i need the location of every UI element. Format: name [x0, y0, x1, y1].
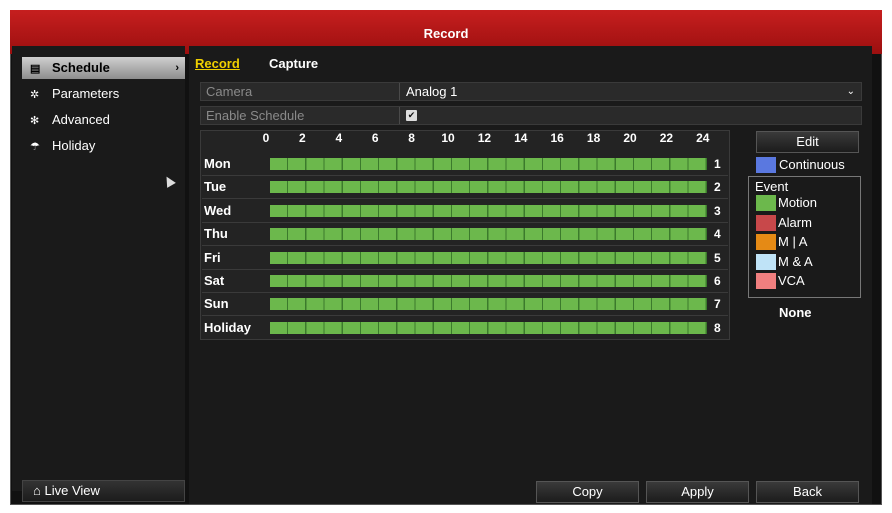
camera-select[interactable]: Analog 1 [406, 83, 457, 101]
enable-schedule-label: Enable Schedule [206, 108, 305, 123]
sidebar-item-schedule[interactable]: ▤ Schedule › [22, 57, 185, 79]
day-label: Sun [204, 296, 229, 312]
chevron-right-icon: › [175, 62, 179, 74]
legend-label[interactable]: M | A [778, 234, 807, 250]
continuous-label[interactable]: Continuous [779, 157, 845, 173]
gears-icon: ✻ [30, 115, 40, 127]
hour-label: 14 [514, 131, 528, 145]
none-label[interactable]: None [779, 305, 812, 321]
row-number: 7 [714, 297, 721, 312]
sidebar-item-holiday[interactable]: ☂ Holiday [22, 135, 185, 157]
schedule-bar[interactable] [270, 181, 707, 194]
legend-swatch[interactable] [756, 214, 776, 231]
row-number: 3 [714, 203, 721, 218]
sidebar-item-label: Parameters [52, 86, 120, 101]
row-divider [202, 292, 728, 293]
edit-button[interactable]: Edit [756, 131, 859, 153]
hour-label: 12 [477, 131, 492, 145]
row-divider [202, 221, 728, 223]
hour-label: 16 [550, 131, 564, 145]
tab-capture[interactable]: Capture [269, 56, 318, 71]
schedule-bar[interactable] [270, 204, 707, 217]
hour-label: 4 [335, 131, 343, 145]
hour-label: 10 [441, 131, 455, 145]
enable-schedule-checkbox[interactable]: ✔ [406, 110, 417, 121]
schedule-bar[interactable] [270, 321, 707, 334]
legend-swatch[interactable] [756, 195, 776, 211]
home-icon: ⌂ [33, 483, 41, 498]
row-divider [202, 198, 728, 200]
hour-label: 6 [371, 131, 379, 145]
row-divider [202, 175, 728, 176]
row-number: 6 [714, 274, 721, 288]
tab-record[interactable]: Record [195, 56, 240, 71]
row-number: 2 [714, 180, 721, 195]
legend-swatch[interactable] [756, 234, 776, 250]
gear-icon: ✲ [30, 89, 40, 101]
legend-label[interactable]: VCA [778, 273, 805, 289]
copy-button[interactable]: Copy [536, 481, 639, 503]
schedule-bar[interactable] [270, 298, 707, 311]
schedule-icon: ▤ [30, 63, 41, 75]
row-number: 8 [714, 320, 721, 335]
row-number: 1 [714, 157, 721, 171]
legend-label[interactable]: Alarm [778, 215, 812, 231]
hour-label: 18 [586, 131, 601, 145]
back-button[interactable]: Back [756, 481, 859, 503]
hour-label: 2 [299, 131, 306, 145]
day-label: Thu [204, 226, 228, 242]
chevron-down-icon[interactable]: ⌄ [847, 83, 855, 101]
camera-row: Camera Analog 1 ⌄ [200, 82, 862, 101]
legend-swatch[interactable] [756, 253, 776, 270]
sidebar-item-label: Advanced [52, 112, 110, 127]
sidebar-item-label: Holiday [52, 138, 96, 153]
hour-label: 20 [623, 131, 637, 145]
row-divider [202, 268, 728, 270]
sidebar-item-parameters[interactable]: ✲ Parameters [22, 83, 185, 105]
hour-label: 24 [696, 131, 710, 145]
day-label: Mon [204, 156, 231, 171]
umbrella-icon: ☂ [30, 141, 40, 153]
legend-label[interactable]: Motion [778, 195, 817, 211]
continuous-swatch[interactable] [756, 157, 776, 173]
hour-label: 0 [262, 131, 270, 145]
none-swatch[interactable] [756, 304, 776, 320]
enable-schedule-row: Enable Schedule ✔ [200, 106, 862, 125]
hour-label: 22 [659, 131, 674, 145]
row-divider [202, 338, 728, 340]
day-label: Wed [204, 202, 232, 218]
live-view-button[interactable]: ⌂ Live View [22, 480, 185, 502]
row-divider [202, 245, 728, 247]
day-label: Holiday [204, 319, 251, 335]
day-label: Tue [204, 179, 227, 195]
apply-button[interactable]: Apply [646, 481, 749, 503]
schedule-bar[interactable] [270, 251, 707, 264]
row-number: 5 [714, 250, 721, 265]
legend-swatch[interactable] [756, 273, 776, 289]
live-view-label: Live View [44, 483, 100, 498]
camera-label: Camera [206, 84, 253, 99]
sidebar-item-advanced[interactable]: ✻ Advanced [22, 109, 185, 131]
schedule-bar[interactable] [270, 228, 707, 241]
row-number: 4 [714, 227, 721, 242]
legend-label[interactable]: M & A [778, 254, 813, 270]
event-title: Event [755, 179, 789, 194]
day-label: Fri [204, 249, 221, 265]
schedule-bar[interactable] [270, 275, 707, 287]
day-label: Sat [204, 273, 225, 288]
sidebar-item-label: Schedule [52, 60, 110, 75]
hour-label: 8 [408, 131, 415, 145]
row-divider [202, 315, 728, 317]
schedule-bar[interactable] [270, 158, 707, 170]
